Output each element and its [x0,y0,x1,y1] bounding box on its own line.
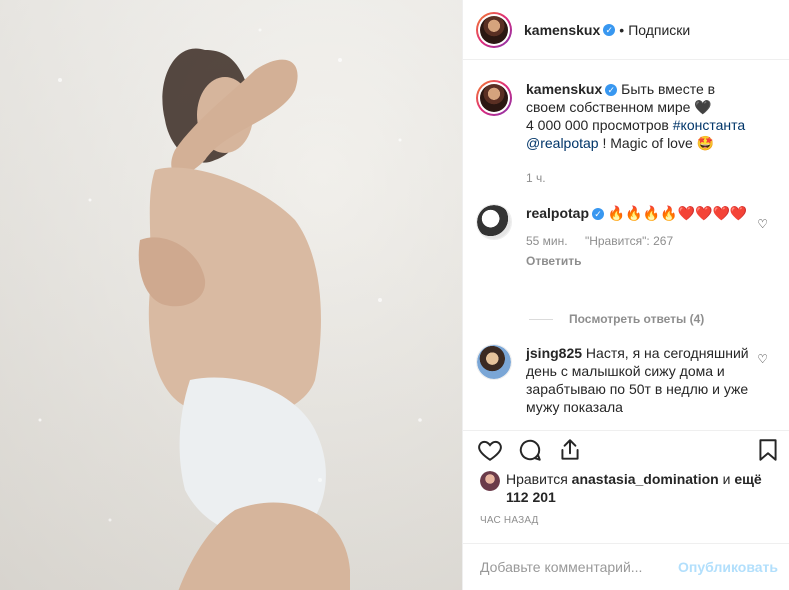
avatar-image [480,471,500,491]
hashtag-link[interactable]: #константа [673,117,745,133]
likes-and: и [722,471,731,487]
comment-item: realpotap ✓ 🔥🔥🔥🔥❤️❤️❤️❤️ 55 мин. "Нравитс… [476,204,756,270]
reply-button[interactable]: Ответить [526,252,742,270]
likes-text: Нравится anastasia_domination и ещё 112 … [506,470,766,506]
view-replies-label: Посмотреть ответы (4) [569,312,705,326]
replies-divider [529,318,553,320]
comment-icon[interactable] [517,437,543,463]
following-button[interactable]: Подписки [628,22,690,38]
caption-username[interactable]: kamenskux [526,81,602,97]
comment-text: 🔥🔥🔥🔥❤️❤️❤️❤️ [607,205,748,221]
post-view: kamenskux ✓ • Подписки kamenskux ✓ Быть в… [0,0,789,590]
commenter-username[interactable]: jsing825 [526,345,582,361]
post-time[interactable]: ЧАС НАЗАД [480,515,539,526]
verified-badge-icon: ✓ [605,84,618,96]
likes-summary: Нравится anastasia_domination и ещё 112 … [480,470,780,506]
author-avatar[interactable] [476,11,512,48]
comment-time[interactable]: 55 мин. [526,234,568,248]
view-replies-button[interactable]: Посмотреть ответы (4) [529,312,704,326]
caption-text: kamenskux ✓ Быть вместе в своем собственн… [526,80,756,187]
comment-like-heart-icon[interactable]: ♡ [757,217,768,231]
comment-likes[interactable]: "Нравится": 267 [585,234,673,248]
commenter-username[interactable]: realpotap [526,205,589,221]
publish-button[interactable]: Опубликовать [678,559,778,575]
post-panel: kamenskux ✓ • Подписки kamenskux ✓ Быть в… [462,0,789,590]
likes-prefix: Нравится [506,471,568,487]
comment-like-heart-icon[interactable]: ♡ [757,352,768,366]
caption-line3: ! Magic of love 🤩 [602,135,715,151]
water-drops [38,28,422,522]
caption-line2: 4 000 000 просмотров [526,117,669,133]
avatar-image [480,15,508,44]
liker-username[interactable]: anastasia_domination [572,471,719,487]
mention-link[interactable]: @realpotap [526,135,599,151]
comment-body: jsing825 Настя, я на сегодняшний день с … [526,344,756,416]
liker-avatar[interactable] [480,471,500,491]
comment-item: jsing825 Настя, я на сегодняшний день с … [476,344,756,416]
caption-time[interactable]: 1 ч. [526,171,546,185]
verified-badge-icon: ✓ [592,208,605,220]
add-comment-bar: Опубликовать [463,543,789,590]
avatar-image [477,205,511,239]
header-separator: • [619,21,625,38]
comment-input[interactable] [480,559,679,575]
avatar-image [477,345,511,379]
avatar-image [480,84,508,112]
comment-body: realpotap ✓ 🔥🔥🔥🔥❤️❤️❤️❤️ 55 мин. "Нравитс… [526,204,756,270]
commenter-avatar[interactable] [476,204,512,240]
verified-badge-icon: ✓ [603,23,616,36]
post-header: kamenskux ✓ • Подписки [463,0,789,60]
post-photo[interactable] [0,0,462,590]
bookmark-icon[interactable] [755,437,781,463]
comments-list[interactable]: kamenskux ✓ Быть вместе в своем собственн… [463,60,789,430]
share-icon[interactable] [557,437,583,463]
heart-icon[interactable] [477,437,503,463]
author-username[interactable]: kamenskux [524,22,600,38]
commenter-avatar[interactable] [476,344,512,380]
action-bar [463,430,789,470]
caption: kamenskux ✓ Быть вместе в своем собственн… [476,80,756,187]
caption-avatar[interactable] [476,80,512,116]
